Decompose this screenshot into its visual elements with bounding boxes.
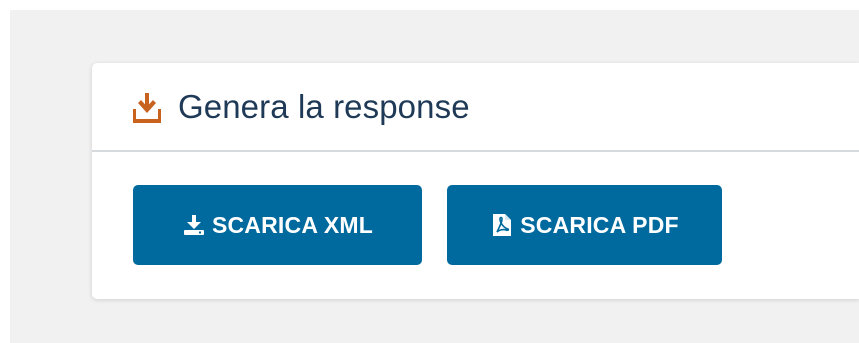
card-body: SCARICA XML SCARICA PDF <box>92 152 859 265</box>
card-header: Genera la response <box>92 63 859 152</box>
download-xml-button[interactable]: SCARICA XML <box>133 185 422 265</box>
file-pdf-icon <box>490 212 514 238</box>
generate-response-card: Genera la response SCARICA XML SCARICA P… <box>92 63 859 299</box>
download-icon <box>132 92 162 124</box>
download-pdf-button[interactable]: SCARICA PDF <box>447 185 722 265</box>
download-icon <box>182 212 206 238</box>
download-xml-label: SCARICA XML <box>211 211 374 238</box>
download-pdf-label: SCARICA PDF <box>520 211 679 238</box>
card-title: Genera la response <box>178 87 470 125</box>
